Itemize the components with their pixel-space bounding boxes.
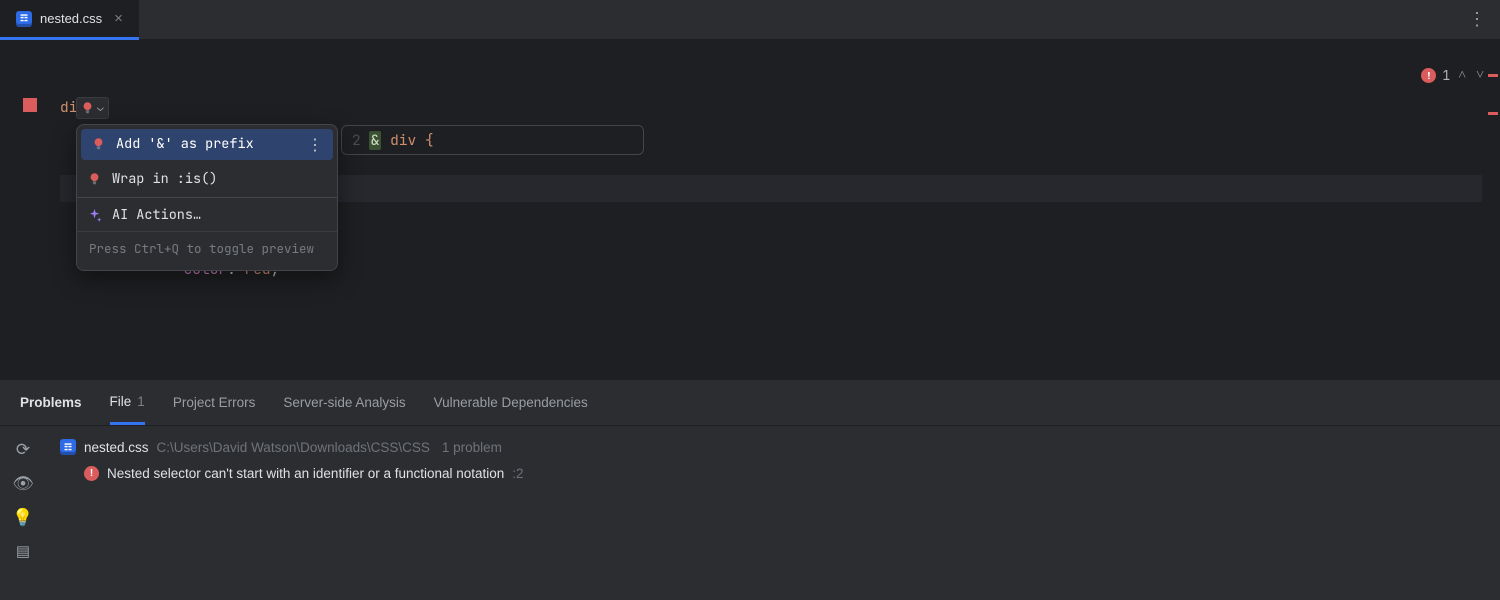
preview-line-number: 2 [352, 127, 361, 154]
intention-bulb-button[interactable]: ⌄ [76, 97, 109, 119]
file-path: C:\Users\David Watson\Downloads\CSS\CSS [157, 440, 430, 455]
problems-list: ☶ nested.css C:\Users\David Watson\Downl… [46, 426, 1500, 600]
problem-item[interactable]: ! Nested selector can't start with an id… [60, 466, 1486, 481]
tab-project-errors[interactable]: Project Errors [173, 380, 256, 425]
chevron-down-icon: ⌄ [97, 95, 104, 122]
issue-line: :2 [512, 466, 523, 481]
bottom-tabs: Problems File1 Project Errors Server-sid… [0, 380, 1500, 426]
layout-icon[interactable]: ▤ [16, 542, 30, 560]
problems-toolbar: ⟳ 👁 💡 ▤ [0, 426, 46, 600]
error-stripe-mark[interactable] [1488, 74, 1498, 77]
css-file-icon: ☶ [16, 11, 32, 27]
quick-fix-ai-actions[interactable]: AI Actions… [77, 200, 337, 231]
tab-label: nested.css [40, 11, 102, 26]
problem-file-row[interactable]: ☶ nested.css C:\Users\David Watson\Downl… [60, 436, 1486, 458]
tab-server-side[interactable]: Server-side Analysis [283, 380, 405, 425]
ai-sparkle-icon [87, 208, 102, 223]
error-stripe-mark[interactable] [1488, 112, 1498, 115]
file-name: nested.css [84, 440, 149, 455]
quick-fix-label: Add '&' as prefix [116, 131, 254, 158]
next-error-icon[interactable]: ˅ [1474, 62, 1486, 89]
quick-fix-popup: Add '&' as prefix ⋮ Wrap in :is() AI Act… [76, 124, 338, 271]
eye-icon[interactable]: 👁 [12, 474, 34, 494]
problems-tool-window: Problems File1 Project Errors Server-sid… [0, 379, 1500, 600]
tab-problems[interactable]: Problems [20, 380, 82, 425]
inspection-widget[interactable]: ! 1 ˄ ˅ [1421, 62, 1486, 89]
quick-fix-preview: 2 & div { [341, 125, 644, 155]
quick-fix-add-amp-prefix[interactable]: Add '&' as prefix ⋮ [81, 129, 333, 160]
breakpoint-marker[interactable] [23, 98, 37, 112]
tab-overflow-menu[interactable]: ⋮ [1454, 0, 1500, 39]
more-icon[interactable]: ⋮ [307, 131, 323, 158]
css-file-icon: ☶ [60, 439, 76, 455]
tab-vulnerable-deps[interactable]: Vulnerable Dependencies [434, 380, 588, 425]
error-stripe[interactable] [1488, 40, 1500, 379]
quick-fix-label: Wrap in :is() [112, 166, 217, 193]
gutter [0, 40, 60, 379]
error-bulb-icon [80, 101, 95, 116]
editor-tab-bar: ☶ nested.css × ⋮ [0, 0, 1500, 40]
error-bulb-icon [87, 172, 102, 187]
issue-text: Nested selector can't start with an iden… [107, 466, 504, 481]
error-bulb-icon [91, 137, 106, 152]
prev-error-icon[interactable]: ˄ [1456, 62, 1468, 89]
bulb-icon[interactable]: 💡 [12, 508, 33, 528]
error-icon: ! [1421, 68, 1436, 83]
preview-inserted: & [369, 131, 382, 150]
quick-fix-label: AI Actions… [112, 202, 201, 229]
error-icon: ! [84, 466, 99, 481]
error-count: 1 [1442, 62, 1450, 89]
close-icon[interactable]: × [114, 10, 123, 27]
editor[interactable]: div { div { color: red; ⌄ ! 1 ˄ ˅ Add '&… [0, 40, 1500, 379]
tab-file[interactable]: File1 [110, 380, 145, 425]
file-tab-nested-css[interactable]: ☶ nested.css × [0, 0, 139, 40]
separator [77, 197, 337, 198]
popup-hint: Press Ctrl+Q to toggle preview [77, 231, 337, 270]
problem-count: 1 problem [442, 440, 502, 455]
refresh-icon[interactable]: ⟳ [16, 440, 30, 460]
quick-fix-wrap-is[interactable]: Wrap in :is() [77, 164, 337, 195]
